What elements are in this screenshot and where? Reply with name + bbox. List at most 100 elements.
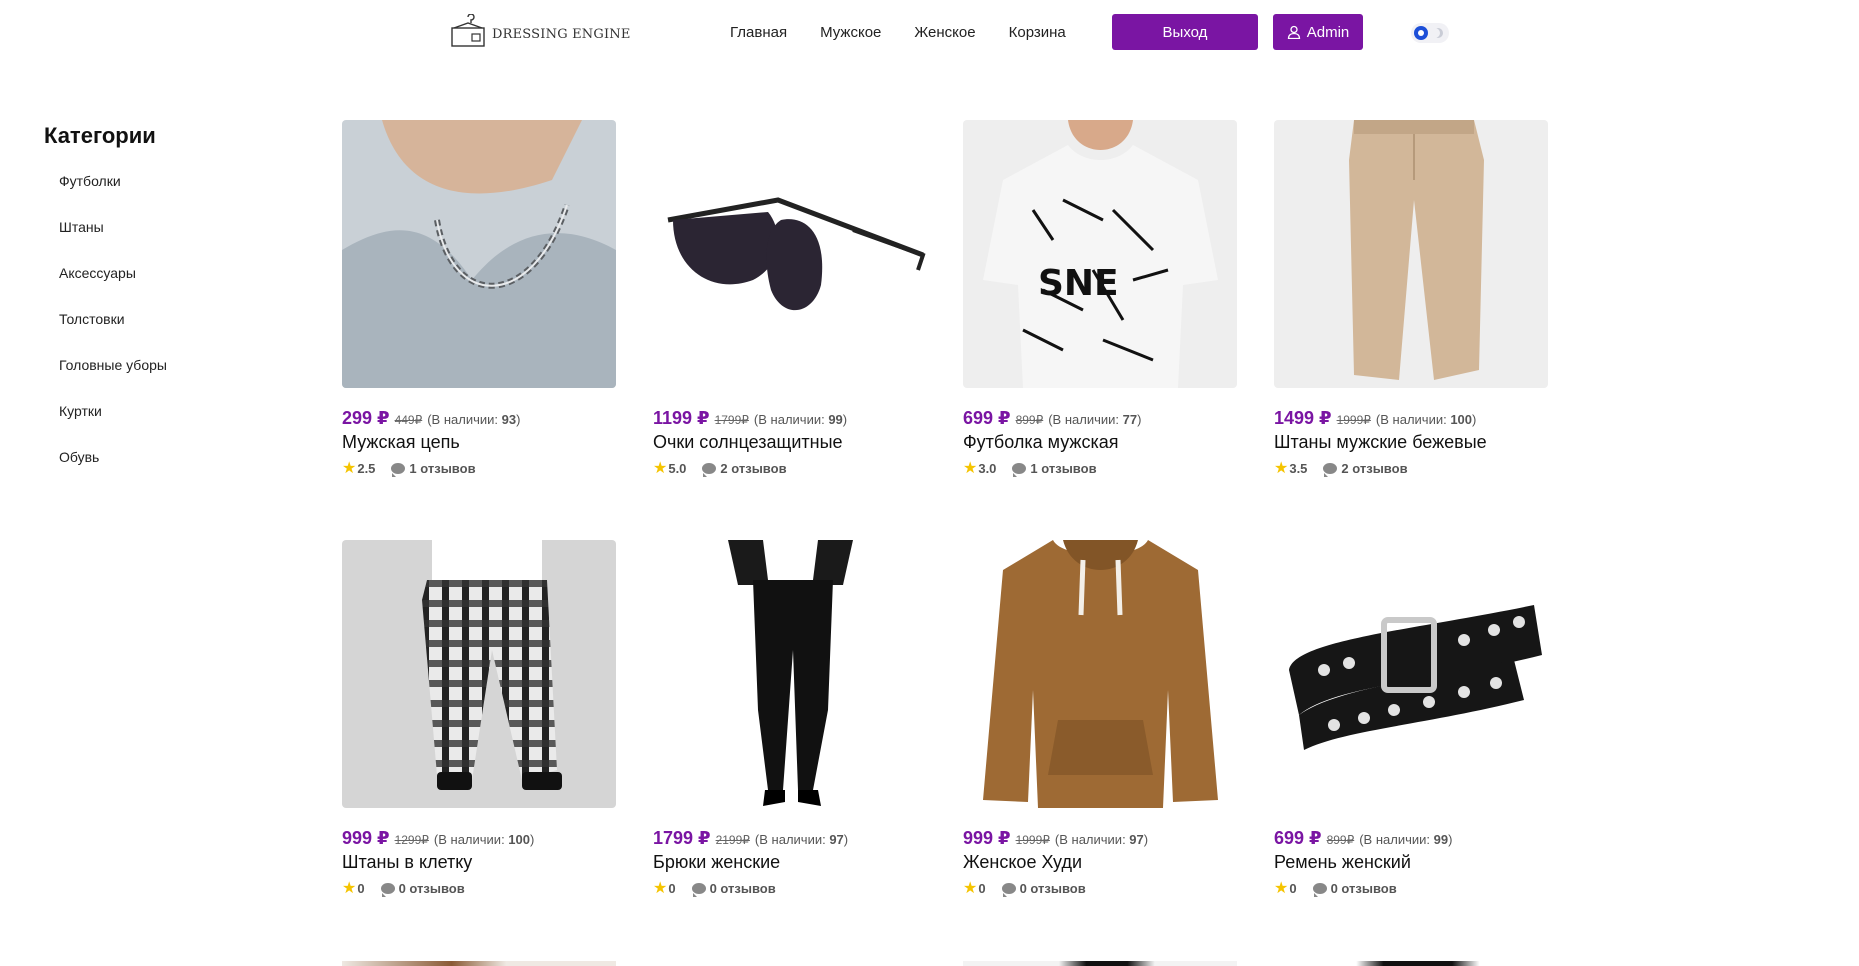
rating-value: 0	[1289, 881, 1297, 896]
product-image[interactable]: SNE	[963, 120, 1237, 388]
price-row: 299 ₽ 449₽ (В наличии: 93)	[342, 408, 616, 429]
comment-icon	[1323, 462, 1338, 477]
stock-suffix: )	[530, 832, 535, 847]
theme-toggle[interactable]	[1411, 23, 1449, 43]
reviews[interactable]: 2 отзывов	[702, 461, 787, 477]
reviews[interactable]: 0 отзывов	[691, 881, 776, 897]
category-accessories[interactable]: Аксессуары	[59, 265, 284, 311]
stock-info: (В наличии: 97)	[755, 832, 848, 847]
svg-text:SNE: SNE	[1038, 263, 1119, 304]
price-row: 999 ₽ 1999₽ (В наличии: 97)	[963, 828, 1237, 849]
rating: ★0	[963, 878, 986, 898]
reviews-count: 1 отзывов	[1030, 460, 1097, 476]
rating-value: 3.5	[1289, 461, 1308, 476]
product-name[interactable]: Ремень женский	[1274, 852, 1548, 873]
reviews[interactable]: 0 отзывов	[1001, 880, 1086, 897]
category-jackets[interactable]: Куртки	[59, 403, 284, 449]
brand-logo[interactable]: DRESSING ENGINE	[450, 14, 631, 48]
product-card[interactable]: 1799 ₽ 2199₽ (В наличии: 97) Брюки женск…	[653, 540, 927, 898]
product-name[interactable]: Брюки женские	[653, 852, 927, 873]
rating: ★5.0	[653, 458, 686, 478]
price-row: 1799 ₽ 2199₽ (В наличии: 97)	[653, 828, 927, 849]
nav-men[interactable]: Мужское	[820, 24, 881, 41]
stock-info: (В наличии: 99)	[754, 412, 847, 427]
rating: ★0	[342, 878, 365, 898]
product-price: 699 ₽	[1274, 828, 1322, 848]
category-hoodies[interactable]: Толстовки	[59, 311, 284, 357]
product-meta: ★5.0 2 отзывов	[653, 458, 927, 478]
reviews[interactable]: 0 отзывов	[1312, 880, 1397, 897]
product-image[interactable]	[342, 540, 616, 808]
stock-count: 77	[1122, 412, 1138, 427]
comment-icon	[691, 882, 706, 897]
reviews-count: 0 отзывов	[1019, 880, 1086, 896]
product-name[interactable]: Штаны в клетку	[342, 852, 616, 873]
reviews[interactable]: 2 отзывов	[1323, 460, 1408, 477]
stock-info: (В наличии: 100)	[434, 832, 534, 847]
product-image[interactable]	[1274, 540, 1548, 808]
price-row: 999 ₽ 1299₽ (В наличии: 100)	[342, 828, 616, 849]
product-name[interactable]: Футболка мужская	[963, 432, 1237, 453]
rating-value: 3.0	[978, 461, 997, 476]
nav-cart[interactable]: Корзина	[1009, 24, 1066, 41]
nav-home[interactable]: Главная	[730, 24, 787, 41]
rating: ★2.5	[342, 458, 375, 478]
nav-women[interactable]: Женское	[914, 24, 975, 41]
logout-button[interactable]: Выход	[1112, 14, 1258, 50]
stock-suffix: )	[842, 412, 848, 427]
product-image[interactable]	[342, 120, 616, 388]
star-icon: ★	[653, 880, 668, 897]
product-image[interactable]	[653, 120, 927, 388]
reviews-count: 0 отзывов	[1330, 880, 1397, 896]
product-image[interactable]	[963, 540, 1237, 808]
category-list: Футболки Штаны Аксессуары Толстовки Голо…	[44, 173, 284, 495]
product-card[interactable]: 299 ₽ 449₽ (В наличии: 93) Мужская цепь …	[342, 120, 616, 478]
product-image-partial[interactable]	[1274, 961, 1548, 966]
product-card[interactable]: SNE 699 ₽ 899₽ (В наличии: 77) Футболка …	[963, 120, 1237, 478]
product-price: 1499 ₽	[1274, 408, 1332, 428]
admin-button[interactable]: Admin	[1273, 14, 1363, 50]
reviews-count: 0 отзывов	[398, 880, 465, 896]
reviews[interactable]: 1 отзывов	[391, 461, 476, 477]
product-name[interactable]: Штаны мужские бежевые	[1274, 432, 1548, 453]
hanger-box-icon	[451, 14, 485, 47]
product-meta: ★0 0 отзывов	[1274, 878, 1548, 898]
product-card[interactable]: 1199 ₽ 1799₽ (В наличии: 99) Очки солнце…	[653, 120, 927, 478]
product-card[interactable]: 999 ₽ 1999₽ (В наличии: 97) Женское Худи…	[963, 540, 1237, 898]
category-headwear[interactable]: Головные уборы	[59, 357, 284, 403]
top-navbar: DRESSING ENGINE Главная Мужское Женское …	[0, 0, 1859, 64]
product-image[interactable]	[1274, 120, 1548, 388]
stock-count: 99	[1433, 832, 1449, 847]
reviews-count: 2 отзывов	[1341, 460, 1408, 476]
stock-count: 97	[1129, 832, 1144, 847]
comment-icon	[1012, 462, 1027, 477]
product-image-partial[interactable]	[963, 961, 1237, 966]
stock-count: 93	[501, 412, 517, 427]
product-card[interactable]: 699 ₽ 899₽ (В наличии: 99) Ремень женски…	[1274, 540, 1548, 898]
comment-icon	[1001, 882, 1016, 897]
stock-count: 99	[828, 412, 843, 427]
star-icon: ★	[1274, 460, 1289, 477]
comment-icon	[380, 882, 395, 897]
rating-value: 5.0	[668, 461, 687, 476]
product-meta: ★2.5 1 отзывов	[342, 458, 616, 478]
product-card[interactable]: 999 ₽ 1299₽ (В наличии: 100) Штаны в кле…	[342, 540, 616, 898]
reviews[interactable]: 1 отзывов	[1012, 460, 1097, 477]
reviews[interactable]: 0 отзывов	[380, 880, 465, 897]
product-card[interactable]: 1499 ₽ 1999₽ (В наличии: 100) Штаны мужс…	[1274, 120, 1548, 478]
product-price: 299 ₽	[342, 408, 390, 428]
admin-button-label: Admin	[1306, 23, 1350, 41]
category-tshirts[interactable]: Футболки	[59, 173, 284, 219]
product-price: 999 ₽	[963, 828, 1011, 848]
product-name[interactable]: Очки солнцезащитные	[653, 432, 927, 453]
product-image[interactable]	[653, 540, 927, 808]
category-shoes[interactable]: Обувь	[59, 449, 284, 495]
stock-prefix: (В наличии:	[1048, 412, 1123, 427]
product-image-partial[interactable]	[342, 961, 616, 966]
product-name[interactable]: Мужская цепь	[342, 432, 616, 453]
stock-info: (В наличии: 93)	[427, 412, 520, 427]
category-pants[interactable]: Штаны	[59, 219, 284, 265]
product-name[interactable]: Женское Худи	[963, 852, 1237, 873]
categories-sidebar: Категории Футболки Штаны Аксессуары Толс…	[44, 123, 284, 495]
stock-prefix: (В наличии:	[1054, 832, 1130, 847]
